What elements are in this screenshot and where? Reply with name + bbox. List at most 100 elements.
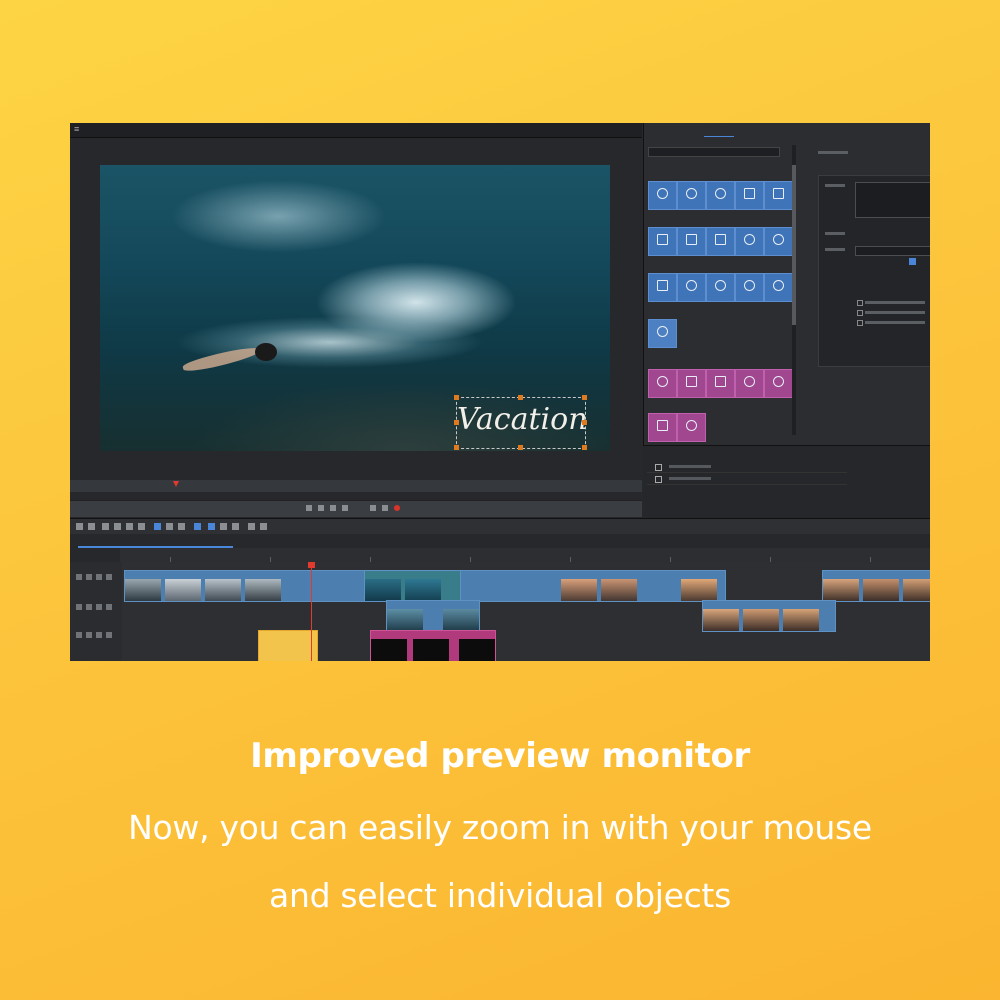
preview-playhead-marker[interactable] bbox=[173, 481, 179, 487]
option-label bbox=[865, 321, 925, 324]
font-select[interactable] bbox=[855, 246, 930, 256]
effect-tile[interactable] bbox=[677, 181, 706, 210]
option-checkbox[interactable] bbox=[857, 310, 863, 316]
effect-tile[interactable] bbox=[764, 227, 793, 256]
field-label bbox=[825, 184, 845, 187]
tool-icon[interactable] bbox=[208, 523, 215, 530]
tool-icon[interactable] bbox=[194, 523, 201, 530]
next-icon[interactable] bbox=[342, 505, 348, 511]
visibility-checkbox[interactable] bbox=[655, 464, 662, 471]
effect-tile[interactable] bbox=[735, 181, 764, 210]
visibility-checkbox[interactable] bbox=[655, 476, 662, 483]
object-list bbox=[643, 445, 930, 529]
resize-handle[interactable] bbox=[582, 420, 587, 425]
timeline-ruler[interactable] bbox=[120, 548, 930, 563]
transition-tile[interactable] bbox=[706, 369, 735, 398]
effect-tile[interactable] bbox=[648, 227, 677, 256]
effect-tile[interactable] bbox=[706, 181, 735, 210]
caption-line-1: Now, you can easily zoom in with your mo… bbox=[128, 808, 872, 847]
effect-tile[interactable] bbox=[706, 273, 735, 302]
resize-handle[interactable] bbox=[454, 420, 459, 425]
title-clip[interactable] bbox=[258, 630, 318, 661]
tool-icon[interactable] bbox=[88, 523, 95, 530]
title-object-text[interactable]: Vacation bbox=[457, 402, 588, 437]
tool-icon[interactable] bbox=[220, 523, 227, 530]
resize-handle[interactable] bbox=[582, 445, 587, 450]
resize-handle[interactable] bbox=[582, 395, 587, 400]
video-clip[interactable] bbox=[386, 600, 480, 632]
title-text-field[interactable] bbox=[855, 182, 930, 218]
hamburger-icon[interactable]: ≡ bbox=[74, 125, 83, 134]
text-style-toggle[interactable] bbox=[909, 258, 916, 265]
track-header[interactable] bbox=[76, 604, 116, 610]
transition-tile[interactable] bbox=[648, 413, 677, 442]
preview-monitor[interactable]: Vacation bbox=[70, 138, 642, 492]
menu-bar: ≡ bbox=[70, 123, 642, 138]
timeline-playhead-handle[interactable] bbox=[308, 562, 315, 568]
resize-handle[interactable] bbox=[454, 395, 459, 400]
video-clip[interactable] bbox=[702, 600, 836, 632]
resize-handle[interactable] bbox=[454, 445, 459, 450]
transition-tile[interactable] bbox=[735, 369, 764, 398]
loop-icon[interactable] bbox=[370, 505, 376, 511]
transport-controls bbox=[70, 500, 642, 517]
transition-tile[interactable] bbox=[677, 413, 706, 442]
tool-icon[interactable] bbox=[154, 523, 161, 530]
video-clip[interactable] bbox=[124, 570, 366, 602]
play-icon[interactable] bbox=[318, 505, 324, 511]
tool-icon[interactable] bbox=[76, 523, 83, 530]
field-label bbox=[825, 248, 845, 251]
scrollbar-thumb[interactable] bbox=[792, 165, 796, 325]
preview-video-frame[interactable]: Vacation bbox=[100, 165, 610, 451]
transition-clip[interactable] bbox=[370, 630, 496, 661]
effects-search-input[interactable] bbox=[648, 147, 780, 157]
video-clip[interactable] bbox=[460, 570, 726, 602]
track-header[interactable] bbox=[76, 632, 116, 638]
effect-tile[interactable] bbox=[735, 227, 764, 256]
swimmer-figure bbox=[181, 343, 263, 375]
resize-handle[interactable] bbox=[518, 445, 523, 450]
panel-tabs bbox=[644, 127, 930, 141]
tool-icon[interactable] bbox=[166, 523, 173, 530]
preview-scrub-bar[interactable] bbox=[70, 480, 642, 492]
object-label bbox=[669, 465, 711, 468]
record-icon[interactable] bbox=[394, 505, 400, 511]
resize-handle[interactable] bbox=[518, 395, 523, 400]
track-header[interactable] bbox=[76, 574, 116, 580]
effect-tile[interactable] bbox=[677, 273, 706, 302]
object-row[interactable] bbox=[647, 462, 847, 473]
effect-tile[interactable] bbox=[706, 227, 735, 256]
object-row[interactable] bbox=[647, 474, 847, 485]
transition-tile[interactable] bbox=[648, 369, 677, 398]
effect-tile[interactable] bbox=[735, 273, 764, 302]
tool-icon[interactable] bbox=[138, 523, 145, 530]
title-object-selection[interactable]: Vacation bbox=[454, 395, 588, 450]
effects-scrollbar[interactable] bbox=[792, 145, 796, 435]
tool-icon[interactable] bbox=[248, 523, 255, 530]
effect-tile[interactable] bbox=[648, 319, 677, 348]
tool-icon[interactable] bbox=[232, 523, 239, 530]
title-properties-box bbox=[818, 175, 930, 367]
effects-grid bbox=[644, 145, 799, 445]
tab-effects[interactable] bbox=[704, 130, 734, 137]
tool-icon[interactable] bbox=[178, 523, 185, 530]
option-checkbox[interactable] bbox=[857, 320, 863, 326]
effect-tile[interactable] bbox=[648, 273, 677, 302]
tool-icon[interactable] bbox=[260, 523, 267, 530]
timeline-playhead[interactable] bbox=[311, 564, 312, 661]
title-editor bbox=[808, 145, 930, 445]
transition-tile[interactable] bbox=[677, 369, 706, 398]
stop-icon[interactable] bbox=[330, 505, 336, 511]
transition-tile[interactable] bbox=[764, 369, 793, 398]
effect-tile[interactable] bbox=[677, 227, 706, 256]
tool-icon[interactable] bbox=[114, 523, 121, 530]
tool-icon[interactable] bbox=[126, 523, 133, 530]
effect-tile[interactable] bbox=[764, 181, 793, 210]
effect-tile[interactable] bbox=[764, 273, 793, 302]
audio-icon[interactable] bbox=[382, 505, 388, 511]
option-checkbox[interactable] bbox=[857, 300, 863, 306]
effect-tile[interactable] bbox=[648, 181, 677, 210]
video-clip[interactable] bbox=[822, 570, 930, 602]
tool-icon[interactable] bbox=[102, 523, 109, 530]
previous-icon[interactable] bbox=[306, 505, 312, 511]
